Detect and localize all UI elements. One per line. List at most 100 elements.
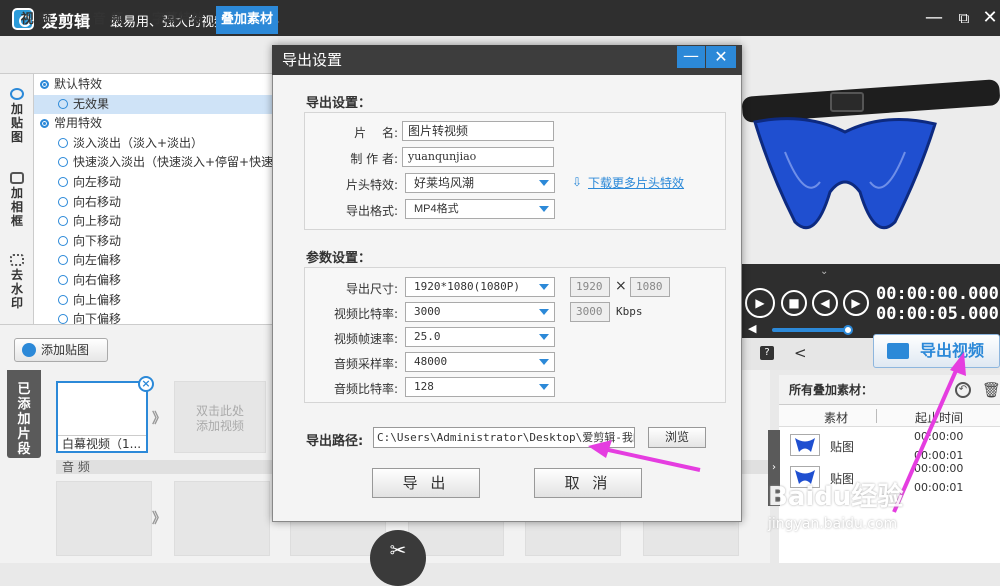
effect-label: 淡入淡出（淡入+淡出） (73, 135, 204, 150)
volume-icon[interactable]: ◀ (748, 322, 756, 335)
author-label: 制 作 者: (350, 152, 398, 166)
chevron-down-icon (539, 384, 549, 390)
intro-effect-select[interactable]: 好莱坞风潮 (405, 173, 555, 193)
watermark-url: jingyan.baidu.com (768, 516, 898, 532)
sidebar-item-add-sticker[interactable]: 加 贴 图 (0, 88, 34, 144)
effect-item[interactable]: 向下移动 (34, 232, 278, 252)
overlay-item-name[interactable]: 贴图 (830, 438, 854, 455)
film-name-field[interactable]: 图片转视频 (402, 121, 554, 141)
browse-button[interactable]: 浏览 (648, 427, 706, 448)
radio-icon (58, 314, 68, 324)
radio-icon (58, 196, 68, 207)
next-frame-icon[interactable]: ▶ (843, 290, 869, 316)
effect-label: 默认特效 (54, 77, 103, 91)
height-field[interactable]: 1080 (630, 277, 670, 297)
tab-subtitle-effects[interactable]: 字幕特效 (146, 6, 210, 34)
overlay-item-start: 00:00:00 (914, 430, 964, 443)
sidebar-item-add-frame[interactable]: 加 相 框 (0, 172, 34, 228)
export-button[interactable]: 导 出 (372, 468, 480, 498)
clip-remove-icon[interactable]: × (138, 376, 154, 392)
chevron-down-icon (539, 180, 549, 186)
video-fps-select[interactable]: 25.0 (405, 327, 555, 347)
export-size-select[interactable]: 1920*1080(1080P) (405, 277, 555, 297)
added-clips-tab[interactable]: 已 添 加 片 段 (7, 370, 41, 458)
effect-item[interactable]: 向右偏移 (34, 271, 278, 291)
radio-icon (58, 294, 68, 305)
section-parameter-settings: 参数设置： (306, 251, 372, 266)
chevron-down-icon[interactable]: ⌄ (820, 266, 828, 277)
volume-knob[interactable] (843, 325, 853, 335)
effect-label: 向左偏移 (73, 253, 122, 268)
video-bitrate-select[interactable]: 3000 (405, 302, 555, 322)
video-fps-label: 视频帧速率: (333, 332, 398, 346)
effect-item[interactable]: 向左移动 (34, 173, 278, 193)
effect-label: 向右偏移 (73, 273, 122, 287)
effect-category[interactable]: 常用特效 (34, 114, 278, 134)
effect-label: 向左移动 (73, 175, 122, 189)
volume-slider[interactable] (772, 328, 848, 332)
chevron-down-icon (539, 309, 549, 315)
share-icon[interactable]: < (794, 344, 807, 362)
tab-overlay-material[interactable]: 叠加素材 (216, 6, 278, 34)
export-format-select[interactable]: MP4格式 (405, 199, 555, 219)
size-times-sign: × (615, 278, 627, 294)
export-path-field[interactable]: C:\Users\Administrator\Desktop\爱剪辑-我的视 (373, 427, 635, 448)
tab-video[interactable]: 视 频 (10, 6, 62, 34)
effect-item[interactable]: 无效果 (34, 94, 278, 115)
author-field[interactable]: yuanqunjiao (402, 147, 554, 167)
effect-item[interactable]: 向下偏移 (34, 310, 278, 324)
export-icon (887, 343, 909, 359)
sidebar-item-remove-watermark[interactable]: 去 水 印 (0, 254, 34, 310)
download-icon[interactable]: ⇩ (572, 175, 584, 189)
stop-icon[interactable]: ■ (781, 290, 807, 316)
dialog-minimize-button[interactable]: — (677, 46, 705, 68)
effect-item[interactable]: 向左偏移 (34, 251, 278, 271)
film-name-label: 片 名: (354, 126, 398, 140)
effect-label: 快速淡入淡出（快速淡入+停留+快速淡 (73, 155, 278, 170)
effect-label: 向上偏移 (73, 292, 122, 307)
effect-label: 向下移动 (73, 233, 122, 248)
trash-icon[interactable]: 🗑 (982, 381, 1000, 399)
chevron-right-icon: 》 (152, 511, 166, 527)
width-field[interactable]: 1920 (570, 277, 610, 297)
cancel-button[interactable]: 取 消 (534, 468, 642, 498)
frame-icon (10, 172, 24, 184)
effect-item[interactable]: 向上偏移 (34, 291, 278, 311)
dialog-close-button[interactable]: ✕ (706, 46, 736, 68)
category-icon (40, 80, 49, 89)
video-bitrate-custom-field[interactable]: 3000 (570, 302, 610, 322)
prev-frame-icon[interactable]: ◀ (812, 290, 838, 316)
window-close-button[interactable]: ✕ (976, 4, 1000, 32)
category-icon (40, 119, 49, 129)
radio-icon (58, 235, 68, 246)
radio-icon (58, 275, 68, 285)
effect-item[interactable]: 向右移动 (34, 193, 278, 213)
minimize-button[interactable]: — (920, 4, 948, 32)
effect-item[interactable]: 快速淡入淡出（快速淡入+停留+快速淡 (34, 153, 278, 173)
effect-category[interactable]: 默认特效 (34, 75, 278, 95)
effect-item[interactable]: 淡入淡出（淡入+淡出） (34, 134, 278, 154)
effects-list: 默认特效无效果 常用特效 淡入淡出（淡入+淡出） 快速淡入淡出（快速淡入+停留+快速淡… (34, 74, 278, 324)
back-icon[interactable]: ↶ (955, 382, 971, 398)
audio-samplerate-select[interactable]: 48000 (405, 352, 555, 372)
add-video-placeholder[interactable]: 双击此处 添加视频 (174, 381, 266, 453)
audio-bitrate-select[interactable]: 128 (405, 377, 555, 397)
export-size-label: 导出尺寸: (345, 282, 398, 296)
export-path-label: 导出路径: (306, 434, 364, 449)
chevron-down-icon (539, 284, 549, 290)
overlay-list-columns (779, 405, 1000, 427)
play-icon[interactable]: ▶ (745, 288, 775, 318)
audio-bitrate-label: 音频比特率: (333, 382, 398, 396)
help-icon[interactable]: ? (760, 346, 774, 360)
tab-audio[interactable]: 音 频 (80, 6, 136, 34)
tab-bar (0, 36, 278, 74)
download-more-intro-link[interactable]: 下载更多片头特效 (588, 174, 684, 191)
audio-slot[interactable] (56, 481, 152, 556)
intro-effect-label: 片头特效: (345, 178, 398, 192)
effect-item[interactable]: 向上移动 (34, 212, 278, 232)
export-format-value: MP4格式 (414, 203, 459, 215)
restore-button[interactable]: ⧉ (950, 4, 978, 32)
scissors-icon[interactable]: ✂ (370, 530, 426, 586)
audio-slot[interactable] (174, 481, 270, 556)
video-fps-value: 25.0 (414, 330, 441, 343)
